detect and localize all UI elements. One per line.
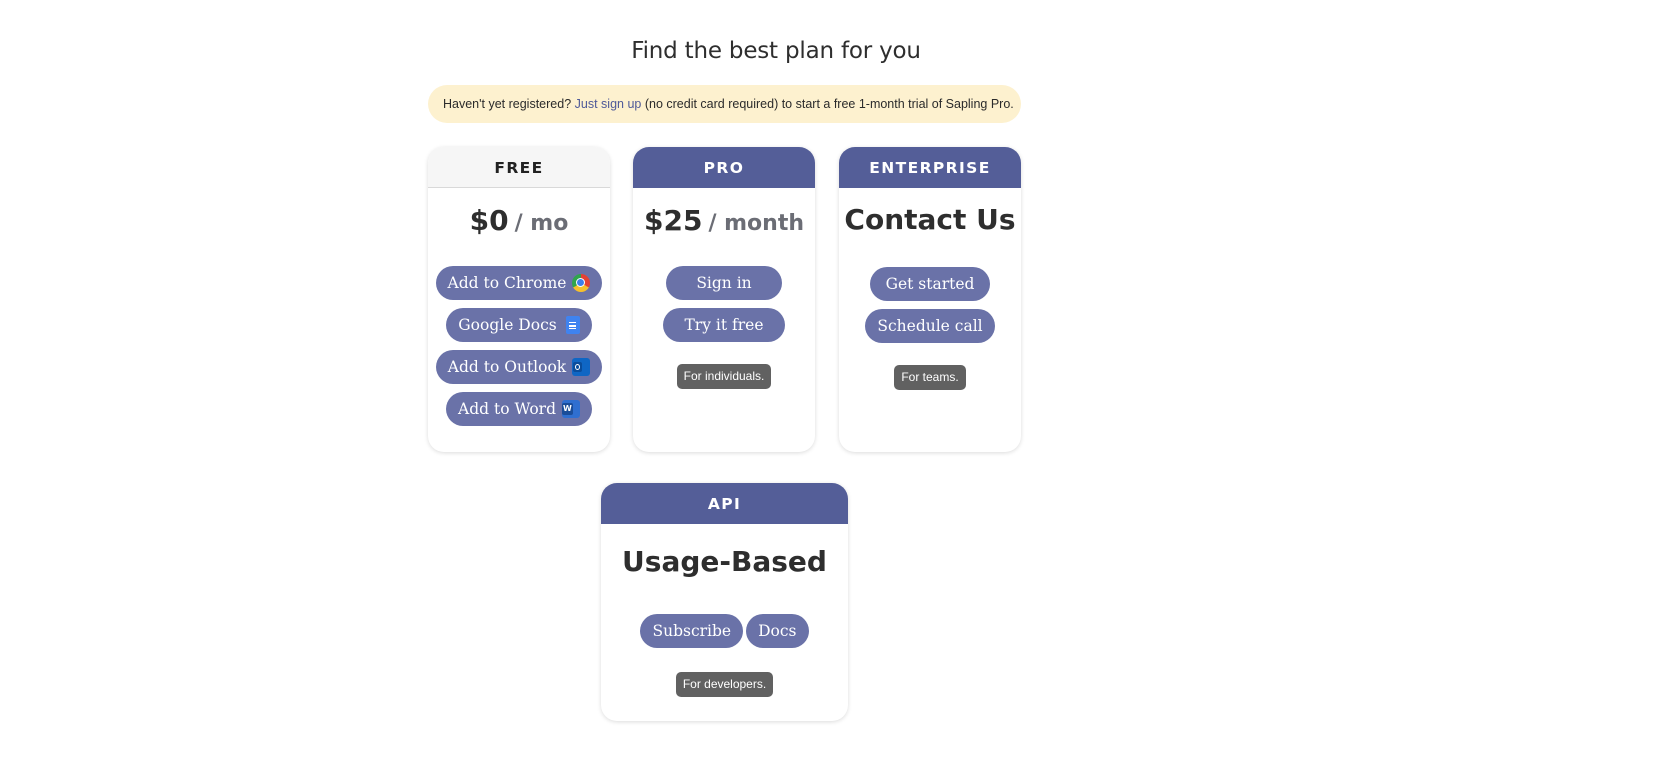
plan-card-pro: PRO $25/ month Sign in Try it free For i… <box>633 147 815 452</box>
plan-name-enterprise: ENTERPRISE <box>839 147 1021 188</box>
plan-price-api: Usage-Based <box>622 545 827 578</box>
plan-name-pro: PRO <box>633 147 815 188</box>
get-started-button[interactable]: Get started <box>869 267 991 301</box>
registration-notice: Haven't yet registered? Just sign up (no… <box>428 85 1021 123</box>
price-amount: $0 <box>469 204 509 237</box>
plan-card-enterprise: ENTERPRISE Contact Us Get started Schedu… <box>839 147 1021 452</box>
page-title: Find the best plan for you <box>631 38 921 64</box>
add-to-chrome-button[interactable]: Add to Chrome <box>435 266 603 300</box>
api-docs-button[interactable]: Docs <box>746 614 809 648</box>
plan-price-pro: $25/ month <box>633 204 815 237</box>
schedule-call-button[interactable]: Schedule call <box>865 309 995 343</box>
button-label: Add to Chrome <box>447 274 567 292</box>
sign-up-link[interactable]: Just sign up <box>575 97 642 111</box>
button-label: Google Docs <box>458 316 557 334</box>
sign-in-button[interactable]: Sign in <box>666 266 782 300</box>
audience-tag: For developers. <box>675 672 774 697</box>
add-to-word-button[interactable]: Add to Word <box>446 392 592 426</box>
price-amount: $25 <box>643 204 703 237</box>
add-to-outlook-button[interactable]: Add to Outlook <box>435 350 603 384</box>
google-docs-icon <box>565 316 580 334</box>
plan-name-api: API <box>601 483 848 524</box>
plan-name-free: FREE <box>428 147 610 188</box>
pro-buttons: Sign in Try it free <box>633 266 815 342</box>
button-label: Add to Word <box>458 400 556 418</box>
notice-prefix: Haven't yet registered? <box>443 97 572 111</box>
notice-suffix: (no credit card required) to start a fre… <box>644 97 1014 111</box>
free-buttons: Add to Chrome Google Docs Add to Outlook… <box>428 266 610 426</box>
plan-card-api: API Usage-Based Subscribe Docs For devel… <box>601 483 848 721</box>
word-icon <box>562 400 580 418</box>
try-it-free-button[interactable]: Try it free <box>663 308 785 342</box>
button-label: Add to Outlook <box>447 358 567 376</box>
audience-tag: For teams. <box>894 365 966 390</box>
audience-tag: For individuals. <box>676 364 772 389</box>
subscribe-button[interactable]: Subscribe <box>640 614 744 648</box>
plan-card-free: FREE $0/ mo Add to Chrome Google Docs Ad… <box>428 147 610 452</box>
enterprise-buttons: Get started Schedule call <box>839 267 1021 343</box>
plan-price-enterprise: Contact Us <box>844 203 1016 236</box>
pricing-page: Find the best plan for you Haven't yet r… <box>0 0 1670 771</box>
outlook-icon <box>572 358 591 376</box>
price-period: / month <box>708 211 805 236</box>
plan-price-free: $0/ mo <box>428 204 610 237</box>
price-period: / mo <box>514 211 569 236</box>
api-buttons: Subscribe Docs <box>601 614 848 648</box>
google-docs-button[interactable]: Google Docs <box>446 308 592 342</box>
chrome-icon <box>572 274 591 292</box>
